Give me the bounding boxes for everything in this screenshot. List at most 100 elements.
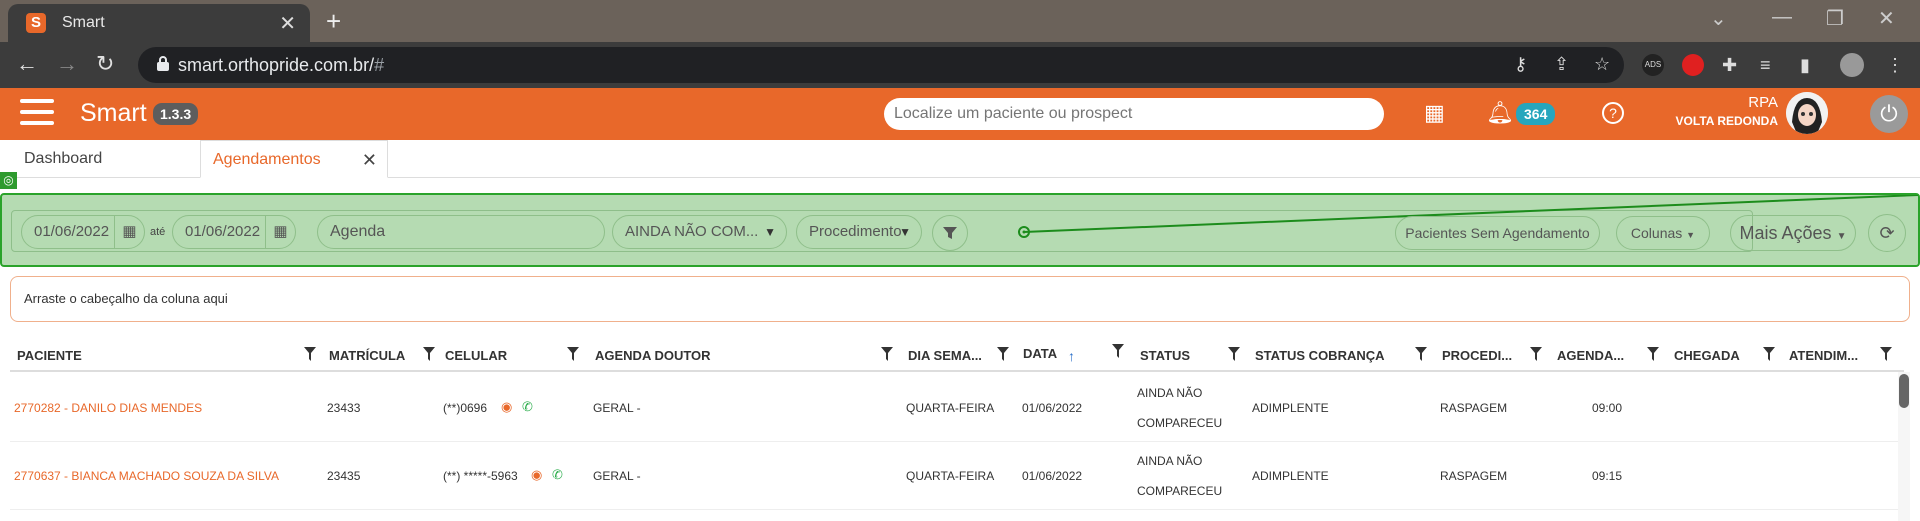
- minimize-icon[interactable]: —: [1772, 6, 1792, 29]
- ads-extension-icon[interactable]: ADS: [1642, 54, 1664, 76]
- version-badge: 1.3.3: [153, 103, 199, 125]
- filter-icon[interactable]: [997, 347, 1009, 361]
- browser-tab[interactable]: S Smart ✕: [8, 4, 310, 42]
- lock-icon: [157, 56, 169, 71]
- bell-icon[interactable]: 🔔︎: [1486, 100, 1514, 126]
- patient-link[interactable]: 2770637 - BIANCA MACHADO SOUZA DA SILVA: [14, 469, 279, 483]
- address-bar: ← → ↻ smart.orthopride.com.br/# ⚷ ⇪ ☆ AD…: [0, 42, 1920, 88]
- filter-bar: 01/06/2022 ▦ até 01/06/2022 ▦ Agenda AINDA…: [0, 193, 1920, 267]
- whatsapp-icon[interactable]: ✆: [552, 467, 563, 483]
- group-drop-zone[interactable]: Arraste o cabeçalho da coluna aqui: [10, 276, 1910, 322]
- extensions-icon[interactable]: ✚: [1722, 55, 1737, 76]
- patient-search-input[interactable]: [884, 98, 1384, 130]
- app-brand: Smart: [80, 99, 147, 127]
- cell-celular: (**)0696: [443, 401, 488, 415]
- col-paciente[interactable]: PACIENTE: [17, 348, 82, 363]
- whatsapp-icon[interactable]: ✆: [522, 399, 533, 415]
- target-marker-icon: ◎: [0, 172, 17, 189]
- url-field[interactable]: smart.orthopride.com.br/# ⚷ ⇪ ☆: [138, 47, 1624, 83]
- col-chegada[interactable]: CHEGADA: [1674, 348, 1740, 363]
- side-panel-icon[interactable]: ▮: [1800, 55, 1810, 76]
- patient-link[interactable]: 2770282 - DANILO DIAS MENDES: [14, 401, 202, 415]
- tab-search-icon[interactable]: ⌄: [1710, 6, 1727, 31]
- app-tabs: Dashboard Agendamentos ✕: [0, 140, 1920, 178]
- cell-celular: (**) *****-5963: [443, 469, 518, 483]
- filter-icon[interactable]: [567, 347, 579, 361]
- user-unit: VOLTA REDONDA: [1675, 114, 1778, 128]
- sort-ascending-icon[interactable]: ↑: [1068, 348, 1075, 364]
- vertical-scrollbar[interactable]: [1898, 372, 1910, 521]
- browser-tabstrip: S Smart ✕ + ⌄ — ❐ ✕: [0, 0, 1920, 42]
- refresh-icon[interactable]: ⟳: [1868, 214, 1906, 252]
- cell-status-line2: COMPARECEU: [1137, 416, 1223, 430]
- columns-label: Colunas: [1630, 225, 1683, 241]
- more-actions-label: Mais Ações: [1739, 223, 1832, 243]
- cell-status-line1: AINDA NÃO: [1137, 386, 1203, 400]
- caret-down-icon: ▼: [1686, 230, 1696, 240]
- user-avatar[interactable]: [1786, 92, 1828, 134]
- filter-icon[interactable]: [881, 347, 893, 361]
- columns-button[interactable]: Colunas ▼: [1616, 216, 1710, 250]
- close-window-icon[interactable]: ✕: [1878, 6, 1895, 31]
- menu-dots-icon[interactable]: ⋮: [1886, 55, 1904, 76]
- eye-icon[interactable]: ◉: [531, 467, 542, 483]
- back-icon[interactable]: ←: [16, 51, 38, 77]
- close-tab-icon[interactable]: ✕: [362, 141, 377, 179]
- reading-list-icon[interactable]: ≡: [1760, 55, 1771, 76]
- col-dia-semana[interactable]: DIA SEMA...: [908, 348, 982, 363]
- table-row[interactable]: 2770282 - DANILO DIAS MENDES 23433 (**)0…: [10, 374, 1898, 442]
- cell-status-line1: AINDA NÃO: [1137, 454, 1203, 468]
- cell-agendamento: 09:00: [1592, 401, 1623, 415]
- tab-agendamentos[interactable]: Agendamentos ✕: [200, 140, 388, 178]
- eye-icon[interactable]: ◉: [501, 399, 512, 415]
- notification-count-badge[interactable]: 364: [1516, 103, 1556, 125]
- filter-icon[interactable]: [1530, 347, 1542, 361]
- filter-icon[interactable]: [1647, 347, 1659, 361]
- key-icon[interactable]: ⚷: [1514, 54, 1527, 75]
- power-icon[interactable]: ⏻: [1870, 95, 1908, 133]
- profile-avatar[interactable]: [1840, 53, 1864, 77]
- filter-icon[interactable]: [1112, 344, 1124, 358]
- user-name: RPA: [1748, 94, 1778, 111]
- cell-data: 01/06/2022: [1022, 401, 1083, 415]
- filter-icon[interactable]: [1228, 347, 1240, 361]
- filter-icon[interactable]: [423, 347, 435, 361]
- forward-icon[interactable]: →: [56, 51, 78, 77]
- cell-agendamento: 09:15: [1592, 469, 1623, 483]
- filter-icon[interactable]: [1880, 347, 1892, 361]
- user-info[interactable]: RPA VOLTA REDONDA: [1660, 94, 1778, 128]
- col-status[interactable]: STATUS: [1140, 348, 1190, 363]
- cell-cobranca: ADIMPLENTE: [1252, 401, 1329, 415]
- col-data[interactable]: DATA: [1023, 346, 1057, 361]
- cell-procedimento: RASPAGEM: [1440, 401, 1508, 415]
- star-icon[interactable]: ☆: [1594, 54, 1610, 75]
- col-matricula[interactable]: MATRÍCULA: [329, 348, 405, 363]
- tab-label: Agendamentos: [213, 151, 321, 168]
- adblock-extension-icon[interactable]: [1682, 54, 1704, 76]
- hamburger-menu-icon[interactable]: [20, 99, 54, 129]
- filter-icon[interactable]: [1415, 347, 1427, 361]
- browser-tab-title: Smart: [62, 14, 105, 31]
- close-tab-icon[interactable]: ✕: [279, 11, 296, 36]
- scrollbar-thumb[interactable]: [1899, 374, 1909, 408]
- reload-icon[interactable]: ↻: [96, 51, 114, 77]
- col-agendamento[interactable]: AGENDA...: [1557, 348, 1624, 363]
- col-agenda-doutor[interactable]: AGENDA DOUTOR: [595, 348, 711, 363]
- col-celular[interactable]: CELULAR: [445, 348, 507, 363]
- more-actions-button[interactable]: Mais Ações ▼: [1730, 215, 1856, 251]
- restore-icon[interactable]: ❐: [1826, 6, 1844, 31]
- table-row[interactable]: 2770637 - BIANCA MACHADO SOUZA DA SILVA …: [10, 442, 1898, 510]
- col-procedimento[interactable]: PROCEDI...: [1442, 348, 1512, 363]
- filter-icon[interactable]: [1763, 347, 1775, 361]
- calendar-icon[interactable]: ▦: [1424, 100, 1445, 126]
- patients-without-schedule-button[interactable]: Pacientes Sem Agendamento: [1395, 216, 1600, 250]
- tab-dashboard[interactable]: Dashboard: [12, 140, 114, 178]
- new-tab-icon[interactable]: +: [326, 6, 341, 37]
- cell-cobranca: ADIMPLENTE: [1252, 469, 1329, 483]
- col-atendimento[interactable]: ATENDIM...: [1789, 348, 1858, 363]
- cell-agenda: GERAL -: [593, 401, 641, 415]
- help-icon[interactable]: ?: [1602, 102, 1624, 124]
- filter-icon[interactable]: [304, 347, 316, 361]
- col-status-cobranca[interactable]: STATUS COBRANÇA: [1255, 348, 1385, 363]
- share-icon[interactable]: ⇪: [1554, 54, 1569, 75]
